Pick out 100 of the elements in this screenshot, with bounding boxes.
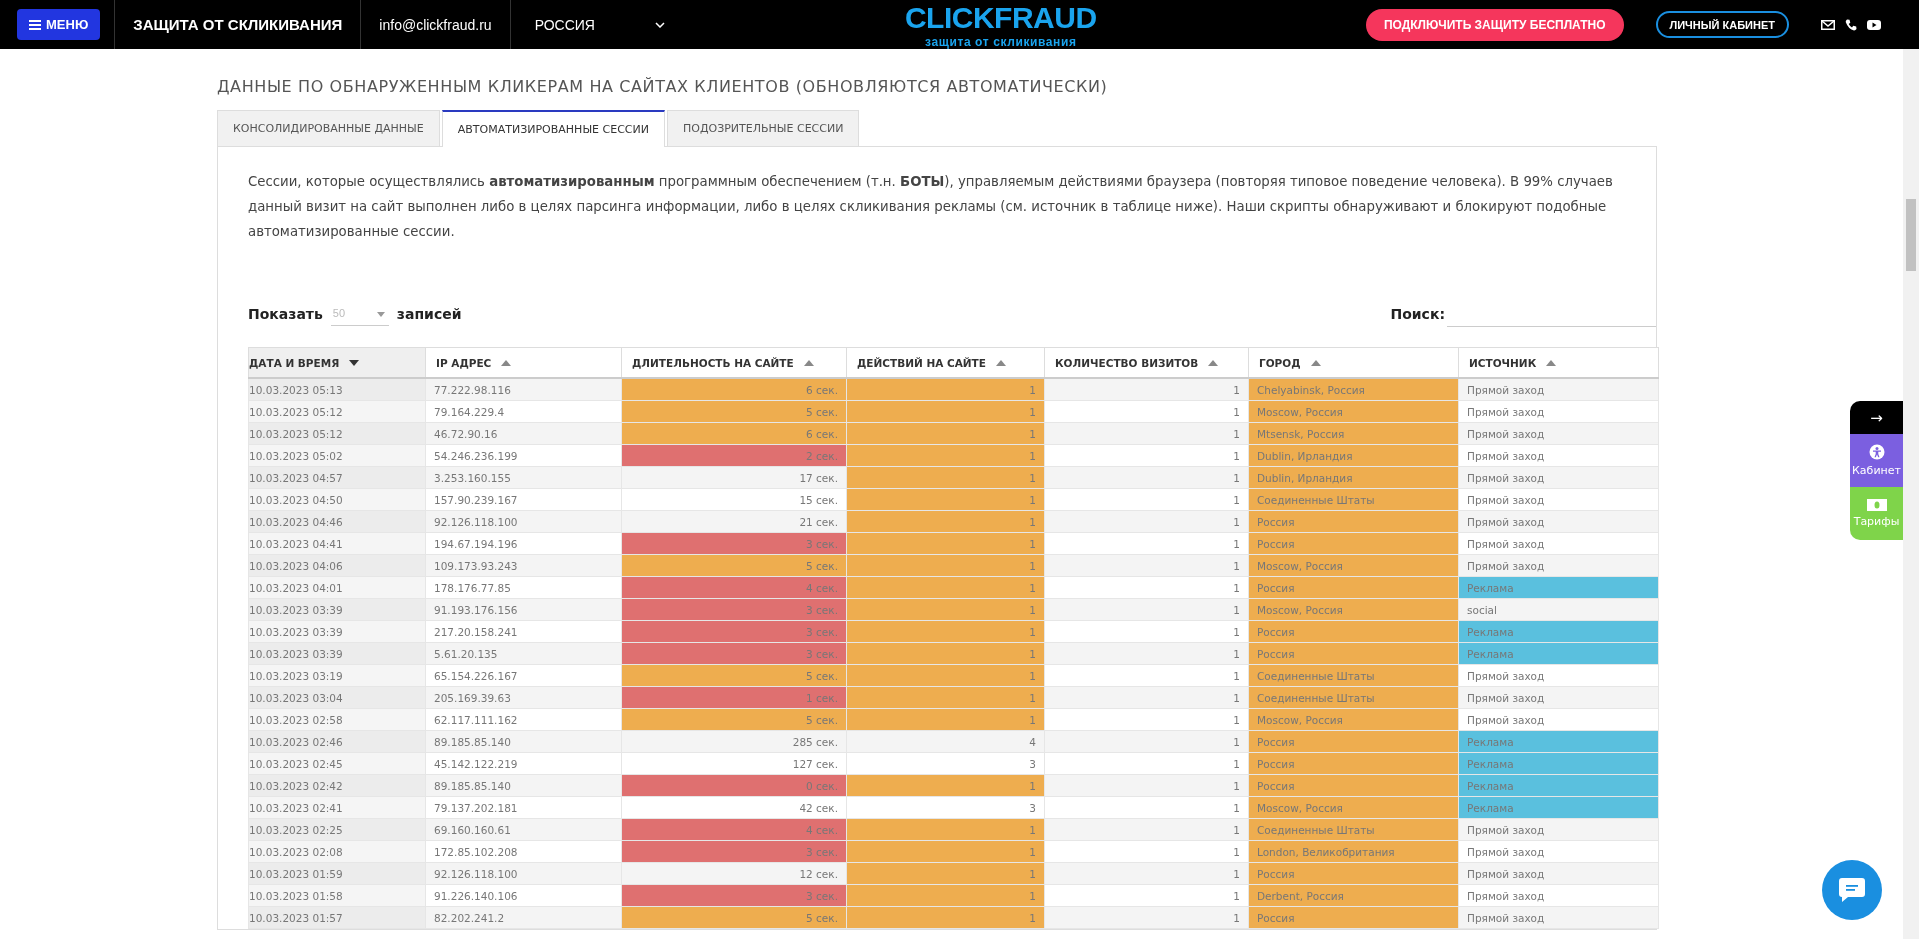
phone-icon[interactable] [1845, 18, 1857, 31]
section-heading: ДАННЫЕ ПО ОБНАРУЖЕННЫМ КЛИКЕРАМ НА САЙТАХ КЛИЕНТОВ (ОБНОВЛЯЮТСЯ АВТОМАТИЧЕСКИ) [217, 76, 1109, 98]
table-cell: 1 [846, 664, 1045, 687]
column-header[interactable]: ДЛИТЕЛЬНОСТЬ НА САЙТЕ [621, 347, 847, 378]
table-cell: 1 [1044, 664, 1249, 687]
table-cell: 1 [846, 840, 1045, 863]
arrow-button[interactable]: → [1850, 401, 1903, 434]
table-cell: 1 [846, 906, 1045, 929]
table-cell: 45.142.122.219 [425, 752, 622, 775]
table-cell: 10.03.2023 01:57 [248, 906, 426, 929]
column-header[interactable]: ДАТА И ВРЕМЯ [248, 347, 426, 378]
table-cell: 178.176.77.85 [425, 576, 622, 599]
table-cell: 77.222.98.116 [425, 378, 622, 401]
tab[interactable]: ПОДОЗРИТЕЛЬНЫЕ СЕССИИ [667, 110, 860, 146]
table-cell: 10.03.2023 02:46 [248, 730, 426, 753]
table-cell: Dublin, Ирландия [1248, 444, 1459, 467]
video-icon[interactable] [1867, 19, 1881, 30]
table-cell: 1 [1044, 796, 1249, 819]
table-cell: 1 [1044, 686, 1249, 709]
table-cell: 6 сек. [621, 378, 847, 401]
table-cell: 42 сек. [621, 796, 847, 819]
table-cell: Прямой заход [1458, 532, 1659, 555]
column-header[interactable]: ДЕЙСТВИЙ НА САЙТЕ [846, 347, 1045, 378]
table-cell: 10.03.2023 02:25 [248, 818, 426, 841]
table-cell: 5 сек. [621, 906, 847, 929]
table-cell: 1 [1044, 862, 1249, 885]
table-cell: 1 [1044, 532, 1249, 555]
scrollbar[interactable] [1903, 49, 1919, 939]
table-cell: Прямой заход [1458, 818, 1659, 841]
description-text: Сессии, которые осуществлялись автоматизированным программным обеспечением (т.н. БОТЫ), управляемым действиями браузера (повторяя типовое поведение человека). В 99% случаев данный визит на сайт выполнен либо в целях парсинга информации, либо в целях скликивания рекламы (см. источник в таблице ниже). Наши скрипты обнаруживают и блокируют подобные автоматизированные сессии. [248, 173, 1614, 241]
table-cell: 205.169.39.63 [425, 686, 622, 709]
table-cell: 1 [1044, 906, 1249, 929]
person-icon [1868, 444, 1885, 460]
table-cell: Соединенные Штаты [1248, 488, 1459, 511]
table-cell: 69.160.160.61 [425, 818, 622, 841]
table-cell: 5 сек. [621, 664, 847, 687]
table-cell: 5 сек. [621, 554, 847, 577]
table-cell: 10.03.2023 04:01 [248, 576, 426, 599]
table-cell: 1 [846, 862, 1045, 885]
table-cell: Реклама [1458, 752, 1659, 775]
table-cell: 217.20.158.241 [425, 620, 622, 643]
table-cell: Прямой заход [1458, 686, 1659, 709]
table-cell: 127 сек. [621, 752, 847, 775]
logo-subtitle: защита от скликивания [925, 34, 1077, 49]
scroll-thumb[interactable] [1906, 199, 1916, 271]
tab[interactable]: КОНСОЛИДИРОВАННЫЕ ДАННЫЕ [217, 110, 440, 146]
table-cell: Россия [1248, 642, 1459, 665]
table-cell: 2 сек. [621, 444, 847, 467]
column-header[interactable]: IP АДРЕС [425, 347, 622, 378]
table-cell: 0 сек. [621, 774, 847, 797]
table-cell: Реклама [1458, 774, 1659, 797]
column-header[interactable]: КОЛИЧЕСТВО ВИЗИТОВ [1044, 347, 1249, 378]
table-cell: 3 сек. [621, 532, 847, 555]
table-cell: 1 [846, 444, 1045, 467]
table-cell: Россия [1248, 620, 1459, 643]
connect-button[interactable]: ПОДКЛЮЧИТЬ ЗАЩИТУ БЕСПЛАТНО [1365, 8, 1624, 41]
table-cell: 10.03.2023 03:39 [248, 642, 426, 665]
table-cell: 1 [1044, 774, 1249, 797]
table-cell: 1 сек. [621, 686, 847, 709]
tagline: ЗАЩИТА ОТ СКЛИКИВАНИЯ [133, 16, 343, 33]
table-cell: 89.185.85.140 [425, 730, 622, 753]
table-cell: 1 [846, 576, 1045, 599]
table-cell: 5 сек. [621, 708, 847, 731]
table-cell: 5.61.20.135 [425, 642, 622, 665]
table-cell: 1 [1044, 818, 1249, 841]
chat-button[interactable] [1822, 860, 1882, 920]
table-cell: 10.03.2023 03:39 [248, 620, 426, 643]
email-link[interactable]: info@clickfraud.ru [379, 16, 492, 33]
table-cell: 1 [846, 466, 1045, 489]
table-cell: Moscow, Россия [1248, 598, 1459, 621]
menu-button[interactable]: МЕНЮ [17, 9, 101, 40]
table-cell: Moscow, Россия [1248, 708, 1459, 731]
table-cell: 1 [1044, 554, 1249, 577]
table-cell: Прямой заход [1458, 554, 1659, 577]
table-cell: Прямой заход [1458, 884, 1659, 907]
table-cell: 91.193.176.156 [425, 598, 622, 621]
chat-icon [1838, 877, 1866, 903]
table-cell: 1 [1044, 884, 1249, 907]
logo[interactable]: CLICKFRAUD [904, 0, 1097, 35]
table-cell: 1 [1044, 752, 1249, 775]
table-cell: 1 [1044, 422, 1249, 445]
table-cell: 3 [846, 796, 1045, 819]
mail-icon[interactable] [1821, 19, 1835, 30]
table-cell: 21 сек. [621, 510, 847, 533]
table-cell: social [1458, 598, 1659, 621]
column-header[interactable]: ИСТОЧНИК [1458, 347, 1659, 378]
column-header[interactable]: ГОРОД [1248, 347, 1459, 378]
cabinet-button[interactable]: Кабинет [1850, 434, 1903, 487]
table-cell: 1 [846, 422, 1045, 445]
table-cell: Россия [1248, 532, 1459, 555]
account-button[interactable]: ЛИЧНЫЙ КАБИНЕТ [1655, 11, 1789, 38]
tab[interactable]: АВТОМАТИЗИРОВАННЫЕ СЕССИИ [441, 110, 665, 147]
table-cell: 89.185.85.140 [425, 774, 622, 797]
table-cell: 46.72.90.16 [425, 422, 622, 445]
region-selector[interactable]: РОССИЯ [524, 16, 675, 33]
table-cell: Dublin, Ирландия [1248, 466, 1459, 489]
table-cell: 1 [846, 774, 1045, 797]
table-cell: Соединенные Штаты [1248, 686, 1459, 709]
table-cell: 1 [846, 686, 1045, 709]
table-cell: 1 [846, 400, 1045, 423]
